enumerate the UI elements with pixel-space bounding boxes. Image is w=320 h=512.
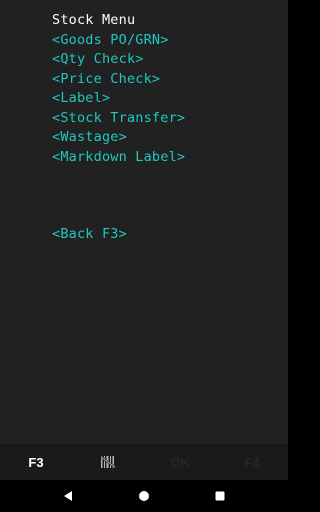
barcode-scan-icon (100, 456, 116, 468)
menu-item-stock-transfer[interactable]: <Stock Transfer> (52, 109, 185, 129)
home-circle-icon (139, 491, 149, 501)
recents-square-icon (215, 491, 225, 501)
menu-area: Stock Menu <Goods PO/GRN> <Qty Check> <P… (52, 11, 185, 167)
terminal-screen: Stock Menu <Goods PO/GRN> <Qty Check> <P… (0, 0, 288, 512)
nav-back-button[interactable] (48, 480, 88, 512)
menu-item-label[interactable]: <Label> (52, 89, 185, 109)
menu-list: <Goods PO/GRN> <Qty Check> <Price Check>… (52, 31, 185, 168)
ok-button[interactable]: OK (144, 444, 216, 480)
nav-home-button[interactable] (124, 480, 164, 512)
back-triangle-icon (64, 491, 72, 501)
menu-item-markdown-label[interactable]: <Markdown Label> (52, 148, 185, 168)
menu-item-price-check[interactable]: <Price Check> (52, 70, 185, 90)
menu-item-wastage[interactable]: <Wastage> (52, 128, 185, 148)
system-navigation-bar (0, 480, 288, 512)
function-key-bar: F3 OK F4 (0, 444, 288, 480)
scan-button[interactable] (72, 444, 144, 480)
f3-button[interactable]: F3 (0, 444, 72, 480)
menu-item-qty-check[interactable]: <Qty Check> (52, 50, 185, 70)
back-f3-menu-item[interactable]: <Back F3> (52, 225, 127, 245)
menu-title: Stock Menu (52, 12, 136, 28)
f4-button[interactable]: F4 (216, 444, 288, 480)
menu-item-goods-po-grn[interactable]: <Goods PO/GRN> (52, 31, 185, 51)
nav-recents-button[interactable] (200, 480, 240, 512)
